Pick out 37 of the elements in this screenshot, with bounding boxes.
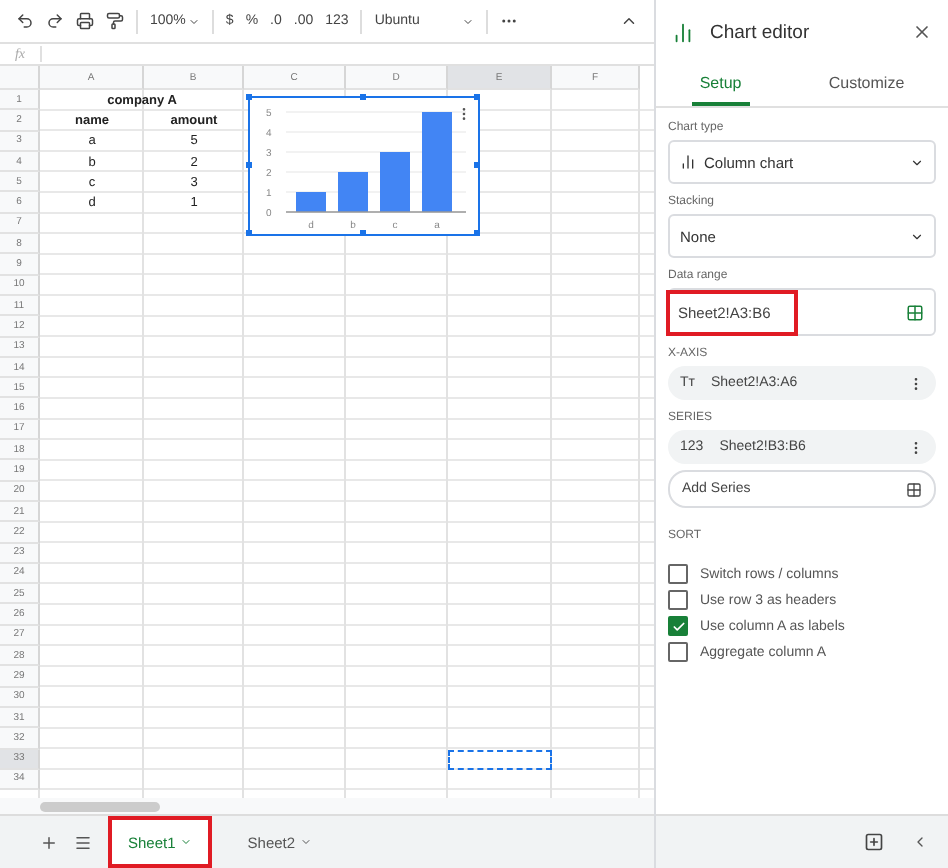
chart-icon — [672, 21, 694, 43]
checkbox[interactable] — [668, 642, 688, 662]
selected-cell[interactable] — [448, 749, 552, 770]
editor-tab[interactable]: Setup — [691, 64, 750, 106]
collapse-icon[interactable] — [912, 834, 928, 850]
redo-icon[interactable] — [46, 12, 64, 30]
paint-roller-icon[interactable] — [106, 12, 124, 30]
resize-handle[interactable] — [474, 162, 480, 168]
resize-handle[interactable] — [474, 230, 480, 236]
bar — [296, 192, 326, 212]
resize-handle[interactable] — [360, 94, 366, 100]
grid-icon[interactable] — [906, 481, 922, 497]
print-icon[interactable] — [76, 12, 94, 30]
collapse-icon[interactable] — [620, 12, 638, 30]
caret-icon[interactable] — [910, 229, 924, 243]
resize-handle[interactable] — [246, 230, 252, 236]
close-icon[interactable] — [912, 22, 932, 42]
editor-tab[interactable]: Customize — [820, 64, 913, 106]
resize-handle[interactable] — [474, 94, 480, 100]
caret-icon[interactable] — [910, 155, 924, 169]
scrollbar — [40, 801, 160, 811]
resize-handle[interactable] — [246, 94, 252, 100]
undo-icon[interactable] — [16, 12, 34, 30]
bar — [422, 112, 452, 212]
resize-handle[interactable] — [246, 162, 252, 168]
bar — [380, 152, 410, 212]
resize-handle[interactable] — [360, 230, 366, 236]
bar — [338, 172, 368, 212]
add-sheet-icon[interactable] — [40, 833, 58, 851]
explore-icon[interactable] — [864, 832, 884, 852]
sheet-list-icon[interactable] — [74, 833, 92, 851]
checkbox[interactable] — [668, 590, 688, 610]
checkbox[interactable] — [668, 616, 688, 636]
panel-title: Chart editor — [710, 21, 812, 43]
checkbox[interactable] — [668, 564, 688, 584]
grid-icon[interactable] — [906, 303, 924, 321]
bar-chart-icon — [680, 154, 696, 170]
